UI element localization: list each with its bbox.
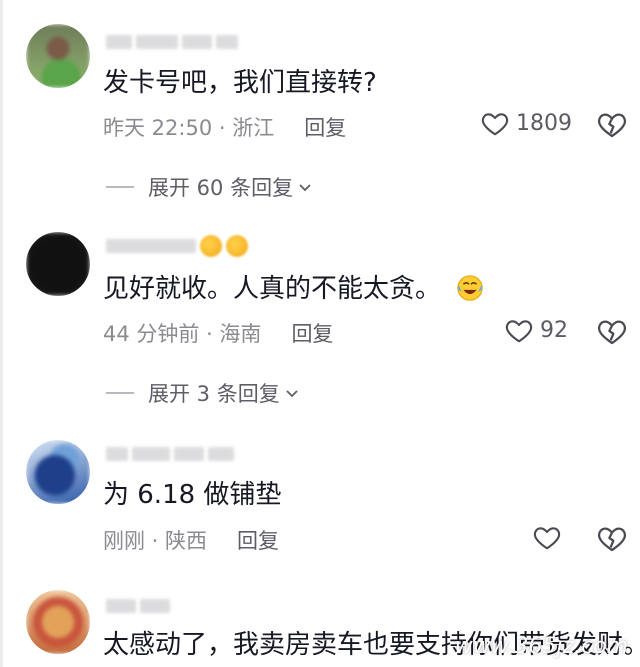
reply-button[interactable]: 回复	[304, 112, 346, 142]
comment-text: 为 6.18 做铺垫	[103, 480, 282, 510]
badge-icon	[200, 235, 222, 257]
like-count: 92	[540, 317, 568, 343]
like-count: 1809	[516, 110, 572, 136]
expand-replies-button[interactable]: 展开 3 条回复	[106, 378, 300, 408]
avatar[interactable]	[26, 590, 90, 654]
comment-time-location: 44 分钟前 · 海南	[103, 322, 262, 346]
comment-time-location: 昨天 22:50 · 浙江	[103, 116, 275, 140]
comment-meta: 昨天 22:50 · 浙江 回复	[103, 112, 346, 142]
badge-icon	[226, 235, 248, 257]
broken-heart-icon[interactable]	[596, 522, 628, 554]
username[interactable]	[106, 596, 170, 616]
heart-outline-icon	[505, 320, 533, 343]
username[interactable]	[106, 444, 234, 464]
tears-of-joy-emoji-icon	[457, 275, 483, 301]
avatar[interactable]	[26, 440, 90, 504]
comment-text: 见好就收。人真的不能太贪。	[103, 272, 485, 306]
comment-time-location: 刚刚 · 陕西	[103, 529, 208, 553]
heart-outline-icon	[533, 527, 561, 550]
broken-heart-icon[interactable]	[596, 108, 628, 140]
comment-text: 发卡号吧，我们直接转?	[103, 68, 377, 98]
avatar[interactable]	[26, 24, 90, 88]
chevron-down-icon	[286, 390, 298, 398]
expand-divider	[106, 392, 134, 394]
expand-replies-button[interactable]: 展开 60 条回复	[106, 172, 313, 202]
comment-meta: 刚刚 · 陕西 回复	[103, 525, 279, 555]
reply-button[interactable]: 回复	[237, 525, 279, 555]
username[interactable]	[106, 32, 238, 52]
left-edge-divider	[0, 0, 3, 667]
expand-divider	[106, 186, 134, 188]
watermark: www.365jz.com	[454, 634, 628, 659]
comment-text-body: 见好就收。人真的不能太贪。	[103, 274, 442, 304]
chevron-down-icon	[299, 184, 311, 192]
expand-replies-label: 展开 3 条回复	[148, 382, 280, 406]
like-button[interactable]: 1809	[480, 108, 572, 138]
expand-replies-label: 展开 60 条回复	[148, 176, 294, 200]
avatar[interactable]	[26, 232, 90, 296]
heart-outline-icon	[481, 113, 509, 136]
reply-button[interactable]: 回复	[291, 318, 333, 348]
username[interactable]	[106, 235, 248, 257]
like-button[interactable]	[532, 522, 562, 552]
comment-meta: 44 分钟前 · 海南 回复	[103, 318, 333, 348]
like-button[interactable]: 92	[504, 315, 568, 345]
broken-heart-icon[interactable]	[596, 315, 628, 347]
